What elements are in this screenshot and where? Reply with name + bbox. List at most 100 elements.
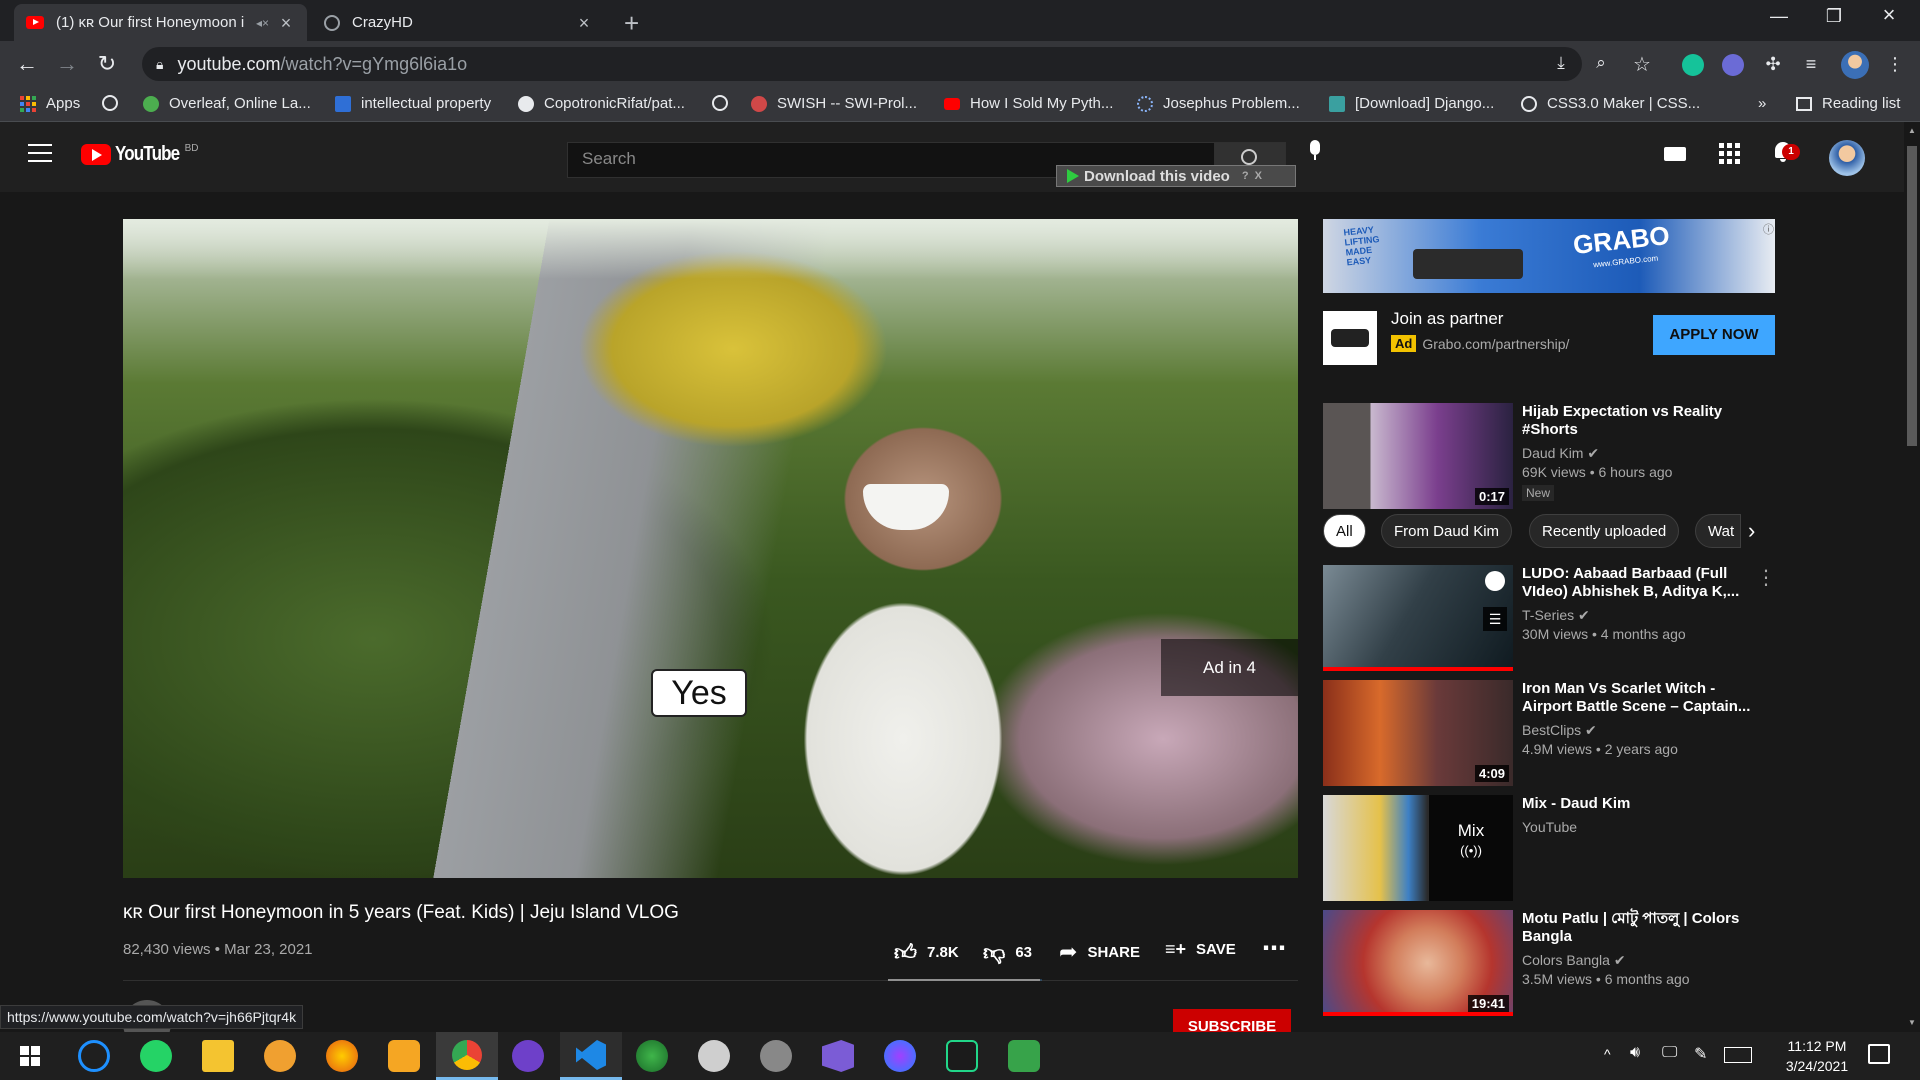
bookmark-apps[interactable]: Apps xyxy=(20,95,80,112)
file-explorer-icon[interactable] xyxy=(202,1040,234,1072)
hamburger-menu-icon[interactable] xyxy=(28,144,52,162)
reload-button[interactable]: ↻ xyxy=(92,49,122,79)
video-menu-icon[interactable]: ⋮ xyxy=(1756,565,1776,590)
create-video-icon[interactable] xyxy=(1664,147,1686,161)
like-button[interactable]: 👍︎ 7.8K xyxy=(894,939,959,966)
download-help-button[interactable]: ? xyxy=(1242,170,1249,182)
related-video-card[interactable]: ☰ LUDO: Aabaad Barbaad (Full VIdeo) Abhi… xyxy=(1323,565,1783,671)
share-button[interactable]: ➦ SHARE xyxy=(1059,939,1140,965)
bookmark-youtube[interactable]: How I Sold My Pyth... xyxy=(944,95,1113,112)
download-close-button[interactable]: X xyxy=(1255,170,1262,182)
visual-studio-icon[interactable] xyxy=(822,1040,854,1072)
chip-watched[interactable]: Wat xyxy=(1695,514,1741,548)
bookmark-globe-2[interactable] xyxy=(712,95,738,111)
chrome-menu-icon[interactable]: ⋮ xyxy=(1884,54,1906,76)
chevron-right-icon[interactable]: › xyxy=(1748,518,1755,544)
video-player[interactable]: Yes Ad in 4 xyxy=(123,219,1298,878)
mix-playlist-card[interactable]: Mix ((•)) Mix - Daud Kim YouTube xyxy=(1323,795,1783,901)
tab-audio-muted-icon[interactable]: ◂× xyxy=(256,16,269,30)
apps-grid-icon[interactable] xyxy=(1719,143,1740,164)
bookmark-swish[interactable]: SWISH -- SWI-Prol... xyxy=(751,95,917,112)
bookmark-css3-maker[interactable]: CSS3.0 Maker | CSS... xyxy=(1521,95,1700,112)
keyboard-icon[interactable] xyxy=(1724,1047,1752,1063)
bookmark-intellectual-property[interactable]: intellectual property xyxy=(335,95,491,112)
tab-youtube[interactable]: (1) ᴋʀ Our first Honeymoon i ◂× × xyxy=(14,4,307,41)
youtube-logo[interactable]: YouTube BD xyxy=(81,143,198,166)
tab-crazyhd[interactable]: CrazyHD × xyxy=(312,4,605,41)
related-video-card[interactable]: 19:41 Motu Patlu | মোটু পাতলু | Colors B… xyxy=(1323,910,1783,1016)
network-icon[interactable]: 🖵︎ xyxy=(1662,1044,1677,1062)
ad-card[interactable]: Join as partner Ad Grabo.com/partnership… xyxy=(1323,307,1775,367)
tab-close-icon[interactable]: × xyxy=(575,14,593,32)
media-control-icon[interactable]: ≡ xyxy=(1800,54,1822,76)
chrome-taskbar-active[interactable] xyxy=(436,1032,498,1080)
page-scrollbar[interactable]: ▲ ▼ xyxy=(1904,122,1920,1032)
bookmark-star-icon[interactable]: ☆ xyxy=(1631,52,1653,76)
pen-icon[interactable]: ✎ xyxy=(1694,1044,1707,1064)
browser-app-icon[interactable] xyxy=(264,1040,296,1072)
chip-recently-uploaded[interactable]: Recently uploaded xyxy=(1529,514,1680,548)
minimize-button[interactable]: — xyxy=(1756,6,1802,27)
chip-from-daud-kim[interactable]: From Daud Kim xyxy=(1381,514,1513,548)
app-globe-icon[interactable] xyxy=(636,1040,668,1072)
vscode-taskbar[interactable] xyxy=(560,1032,622,1080)
tab-close-icon[interactable]: × xyxy=(277,14,295,32)
microphone-icon[interactable] xyxy=(1308,140,1322,162)
whatsapp-icon[interactable] xyxy=(140,1040,172,1072)
new-tab-button[interactable]: + xyxy=(624,8,639,39)
bookmark-overleaf[interactable]: Overleaf, Online La... xyxy=(143,95,311,112)
messenger-icon[interactable] xyxy=(884,1040,916,1072)
reading-list-icon xyxy=(1796,96,1812,111)
ad-url: Grabo.com/partnership/ xyxy=(1422,335,1570,352)
chip-all[interactable]: All xyxy=(1323,514,1366,548)
related-video-card[interactable]: 4:09 Iron Man Vs Scarlet Witch - Airport… xyxy=(1323,680,1783,786)
github-desktop-icon[interactable] xyxy=(512,1040,544,1072)
zoom-icon[interactable]: ⌕ xyxy=(1590,53,1612,75)
address-bar[interactable]: 🔒︎ youtube.com/watch?v=gYmg6l6ia1o xyxy=(142,47,1582,81)
download-video-bar[interactable]: Download this video ? X xyxy=(1056,165,1296,187)
scrollbar-thumb[interactable] xyxy=(1907,146,1917,446)
extension-icon[interactable] xyxy=(1722,54,1744,76)
puzzle-extensions-icon[interactable]: ✣ xyxy=(1762,54,1784,76)
bookmark-django[interactable]: [Download] Django... xyxy=(1329,95,1494,112)
dislike-button[interactable]: 👎︎ 63 xyxy=(983,939,1032,966)
system-clock[interactable]: 11:12 PM 3/24/2021 xyxy=(1772,1036,1862,1076)
windows-start-icon[interactable] xyxy=(20,1046,40,1066)
volume-icon[interactable]: 🔊︎ xyxy=(1630,1044,1640,1062)
related-video-card[interactable]: 0:17 Hijab Expectation vs Reality #Short… xyxy=(1323,403,1783,509)
bookmark-github[interactable]: CopotronicRifat/pat... xyxy=(518,95,685,112)
bookmarks-overflow-button[interactable]: » xyxy=(1758,95,1766,112)
more-actions-icon[interactable]: ⋯ xyxy=(1262,934,1286,963)
forward-button[interactable]: → xyxy=(52,49,82,79)
install-download-icon[interactable]: ⤓ xyxy=(1550,53,1572,75)
account-avatar[interactable] xyxy=(1829,140,1865,176)
app-satellite-icon[interactable] xyxy=(760,1040,792,1072)
scroll-up-icon[interactable]: ▲ xyxy=(1908,126,1916,135)
restore-button[interactable]: ❐ xyxy=(1811,6,1857,27)
bookmark-josephus[interactable]: Josephus Problem... xyxy=(1137,95,1300,112)
app-sync-icon[interactable] xyxy=(78,1040,110,1072)
ad-banner-image[interactable]: HEAVY LIFTING MADE EASY GRABO www.GRABO.… xyxy=(1323,219,1775,293)
subscribe-button[interactable]: SUBSCRIBE xyxy=(1173,1009,1291,1032)
sublime-app-icon[interactable] xyxy=(388,1040,420,1072)
reading-list-button[interactable]: Reading list xyxy=(1796,95,1900,112)
app-spreadsheet-icon[interactable] xyxy=(1008,1040,1040,1072)
scroll-down-icon[interactable]: ▼ xyxy=(1908,1018,1916,1027)
add-to-queue-icon[interactable]: ☰ xyxy=(1483,607,1507,631)
apply-now-button[interactable]: APPLY NOW xyxy=(1653,315,1775,355)
firefox-icon[interactable] xyxy=(326,1040,358,1072)
bookmark-label: CopotronicRifat/pat... xyxy=(544,95,685,112)
ad-info-icon[interactable]: ⓘ xyxy=(1763,221,1774,237)
grammarly-extension-icon[interactable] xyxy=(1682,54,1704,76)
back-button[interactable]: ← xyxy=(12,49,42,79)
save-button[interactable]: ≡+ SAVE xyxy=(1165,939,1236,960)
close-window-button[interactable]: × xyxy=(1866,2,1912,28)
video-duration: 19:41 xyxy=(1467,995,1509,1012)
show-hidden-icons-chevron-icon[interactable]: ^ xyxy=(1604,1046,1611,1062)
bookmark-globe[interactable] xyxy=(102,95,128,111)
watch-later-icon[interactable] xyxy=(1485,571,1505,591)
app-paint-icon[interactable] xyxy=(698,1040,730,1072)
pycharm-icon[interactable] xyxy=(946,1040,978,1072)
profile-avatar[interactable] xyxy=(1841,51,1869,79)
notification-center-icon[interactable] xyxy=(1868,1044,1890,1064)
